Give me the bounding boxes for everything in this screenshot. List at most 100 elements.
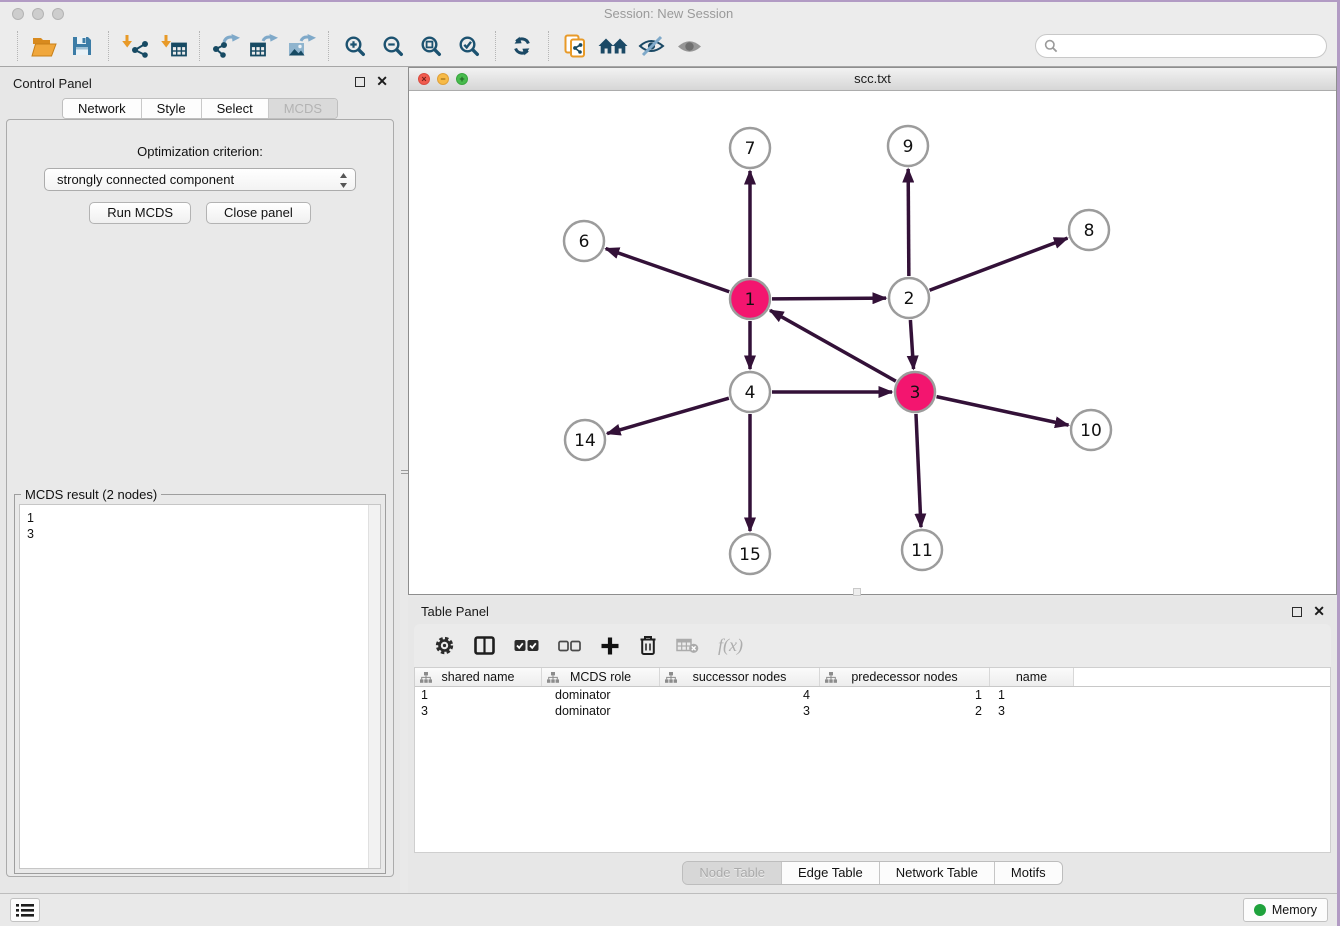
settings-gear-icon[interactable]	[434, 635, 455, 656]
delete-table-icon	[676, 637, 699, 654]
column-header-name[interactable]: name	[990, 668, 1074, 686]
open-session-icon[interactable]	[26, 30, 62, 62]
maximize-window-button[interactable]	[52, 8, 64, 20]
close-panel-icon[interactable]: ✕	[376, 76, 388, 87]
mcds-result-textarea[interactable]: 1 3	[19, 504, 381, 869]
tab-network[interactable]: Network	[63, 99, 142, 118]
cell-name[interactable]: 3	[990, 703, 1074, 719]
select-all-checkboxes-icon[interactable]	[514, 639, 539, 652]
zoom-in-icon[interactable]	[337, 30, 373, 62]
table-tab-node-table[interactable]: Node Table	[683, 862, 782, 884]
zoom-selected-icon[interactable]	[451, 30, 487, 62]
node-label-2: 2	[904, 289, 915, 309]
cell-mcds-role[interactable]: dominator	[542, 687, 660, 703]
zoom-out-icon[interactable]	[375, 30, 411, 62]
add-column-icon[interactable]	[600, 636, 620, 656]
home-icon[interactable]	[595, 30, 631, 62]
table-tab-motifs[interactable]: Motifs	[995, 862, 1062, 884]
import-network-icon[interactable]	[117, 30, 153, 62]
edge-1-to-6[interactable]	[606, 249, 730, 292]
function-builder-icon: f(x)	[718, 635, 743, 656]
edge-1-to-2[interactable]	[772, 298, 886, 299]
cell-predecessor-nodes[interactable]: 1	[820, 687, 990, 703]
column-header-successor-nodes[interactable]: successor nodes	[660, 668, 820, 686]
result-scrollbar[interactable]	[368, 505, 380, 868]
hide-graphics-details-icon[interactable]	[633, 30, 669, 62]
zoom-fit-icon[interactable]	[413, 30, 449, 62]
edge-2-to-3[interactable]	[910, 320, 913, 369]
column-label: successor nodes	[693, 670, 787, 684]
node-label-6: 6	[579, 232, 590, 252]
export-network-icon[interactable]	[208, 30, 244, 62]
delete-columns-icon[interactable]	[639, 635, 657, 656]
panel-divider-grip[interactable]	[401, 468, 408, 476]
node-label-3: 3	[910, 383, 921, 403]
node-label-11: 11	[911, 541, 933, 561]
export-table-icon[interactable]	[246, 30, 282, 62]
edge-4-to-14[interactable]	[607, 398, 729, 433]
memory-label: Memory	[1272, 903, 1317, 917]
tab-mcds[interactable]: MCDS	[269, 99, 337, 118]
deselect-all-checkboxes-icon[interactable]	[558, 640, 581, 652]
cell-mcds-role[interactable]: dominator	[542, 703, 660, 719]
edge-3-to-1[interactable]	[770, 310, 896, 381]
network-maximize-button[interactable]: +	[456, 73, 468, 85]
close-panel-button[interactable]: Close panel	[206, 202, 311, 224]
optimization-criterion-value: strongly connected component	[57, 172, 234, 187]
close-table-panel-icon[interactable]: ✕	[1313, 606, 1325, 617]
toolbar-separator	[108, 31, 109, 61]
refresh-icon[interactable]	[504, 30, 540, 62]
cell-successor-nodes[interactable]: 3	[660, 703, 820, 719]
table-panel-title: Table Panel	[408, 597, 1337, 619]
close-window-button[interactable]	[12, 8, 24, 20]
export-image-icon[interactable]	[284, 30, 320, 62]
table-tab-edge-table[interactable]: Edge Table	[782, 862, 880, 884]
window-controls	[12, 8, 64, 20]
save-session-icon[interactable]	[64, 30, 100, 62]
network-view-window: × − + scc.txt 7968124314101511	[408, 67, 1337, 595]
node-table: shared nameMCDS role successor nodes prede…	[414, 667, 1331, 853]
column-header-shared-name[interactable]: shared name	[415, 668, 542, 686]
cell-name[interactable]: 1	[990, 687, 1074, 703]
table-header-row: shared nameMCDS role successor nodes prede…	[415, 668, 1330, 687]
column-header-mcds-role[interactable]: MCDS role	[542, 668, 660, 686]
float-panel-icon[interactable]	[355, 77, 365, 87]
node-label-14: 14	[574, 431, 596, 451]
memory-button[interactable]: Memory	[1243, 898, 1328, 922]
table-row-1[interactable]: 1dominator411	[415, 687, 1330, 703]
import-table-icon[interactable]	[155, 30, 191, 62]
table-tab-network-table[interactable]: Network Table	[880, 862, 995, 884]
show-graphics-details-icon[interactable]	[671, 30, 707, 62]
toolbar-separator	[17, 31, 18, 61]
network-minimize-button[interactable]: −	[437, 73, 449, 85]
float-table-panel-icon[interactable]	[1292, 607, 1302, 617]
task-history-button[interactable]	[10, 898, 40, 922]
tab-select[interactable]: Select	[202, 99, 269, 118]
split-divider-grip[interactable]	[853, 588, 861, 596]
tab-style[interactable]: Style	[142, 99, 202, 118]
cell-predecessor-nodes[interactable]: 2	[820, 703, 990, 719]
edge-2-to-8[interactable]	[930, 238, 1068, 290]
optimization-criterion-select[interactable]: strongly connected component	[44, 168, 356, 191]
node-label-15: 15	[739, 545, 761, 565]
column-header-predecessor-nodes[interactable]: predecessor nodes	[820, 668, 990, 686]
edge-2-to-9[interactable]	[908, 169, 909, 276]
network-graph[interactable]: 7968124314101511	[409, 91, 1336, 594]
search-input[interactable]	[1035, 34, 1327, 58]
network-canvas[interactable]: 7968124314101511	[409, 91, 1336, 594]
network-window-titlebar[interactable]: × − + scc.txt	[409, 68, 1336, 91]
cell-shared-name[interactable]: 1	[415, 687, 542, 703]
edge-3-to-10[interactable]	[937, 397, 1069, 426]
network-close-button[interactable]: ×	[418, 73, 430, 85]
column-visibility-icon[interactable]	[474, 636, 495, 655]
search-icon	[1044, 39, 1058, 58]
edge-3-to-11[interactable]	[916, 414, 921, 527]
cell-shared-name[interactable]: 3	[415, 703, 542, 719]
list-icon	[16, 903, 34, 918]
cell-successor-nodes[interactable]: 4	[660, 687, 820, 703]
run-mcds-button[interactable]: Run MCDS	[89, 202, 191, 224]
table-row-2[interactable]: 3dominator323	[415, 703, 1330, 719]
duplicate-network-icon[interactable]	[557, 30, 593, 62]
minimize-window-button[interactable]	[32, 8, 44, 20]
main-toolbar	[0, 26, 1337, 67]
